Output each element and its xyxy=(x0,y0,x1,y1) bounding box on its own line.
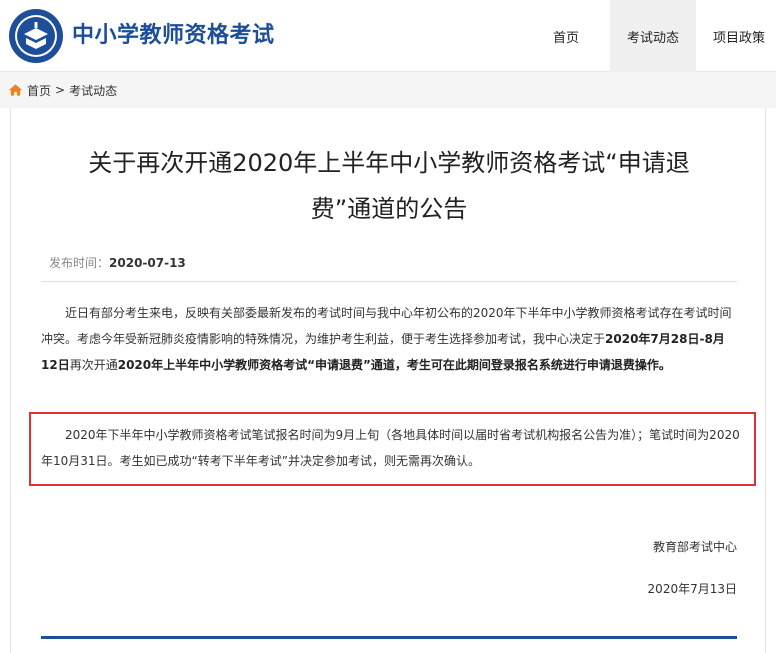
nav-exam-news[interactable]: 考试动态 xyxy=(610,0,696,72)
sign-date: 2020年7月13日 xyxy=(647,582,737,596)
nav-home[interactable]: 首页 xyxy=(530,0,602,72)
nav-policy-label: 项目政策 xyxy=(712,30,765,46)
breadcrumb-separator: > xyxy=(55,83,66,97)
breadcrumb-current-link[interactable]: 考试动态 xyxy=(69,82,117,99)
article-title: 关于再次开通2020年上半年中小学教师资格考试“申请退费”通道的公告 xyxy=(88,149,690,223)
article-paragraph-1: 近日有部分考生来电，反映有关部委最新发布的考试时间与我中心年初公布的2020年下… xyxy=(41,300,741,378)
breadcrumb-home-link[interactable]: 首页 xyxy=(27,82,51,99)
breadcrumb: 首页 > 考试动态 xyxy=(8,81,117,99)
publish-time-label: 发布时间： xyxy=(49,256,110,270)
nav-home-label: 首页 xyxy=(552,30,579,46)
article-card: 关于再次开通2020年上半年中小学教师资格考试“申请退费”通道的公告 发布时间：… xyxy=(10,108,766,653)
p1-text-d: 2020年上半年中小学教师资格考试“申请退费”通道，考生可在此期间登录报名系统进… xyxy=(117,358,671,372)
site-title[interactable]: 中小学教师资格考试 xyxy=(72,22,275,50)
home-icon xyxy=(8,84,23,96)
signature: 教育部考试中心 xyxy=(652,540,737,554)
highlight-box: 2020年下半年中小学教师资格考试笔试报名时间为9月上旬（各地具体时间以届时省考… xyxy=(29,412,756,486)
breadcrumb-bar: 首页 > 考试动态 xyxy=(0,72,776,108)
article-meta: 发布时间：2020-07-13 xyxy=(41,244,737,282)
p1-text-c: 再次开通 xyxy=(69,358,118,372)
article-paragraph-2: 2020年下半年中小学教师资格考试笔试报名时间为9月上旬（各地具体时间以届时省考… xyxy=(41,428,740,468)
nav-policy[interactable]: 项目政策 xyxy=(702,0,776,72)
nav-exam-news-label: 考试动态 xyxy=(626,30,679,46)
publish-date: 2020-07-13 xyxy=(109,256,186,270)
bottom-divider xyxy=(41,636,737,639)
site-logo-icon[interactable] xyxy=(8,8,64,64)
site-header: 中小学教师资格考试 首页 考试动态 项目政策 xyxy=(0,0,776,72)
